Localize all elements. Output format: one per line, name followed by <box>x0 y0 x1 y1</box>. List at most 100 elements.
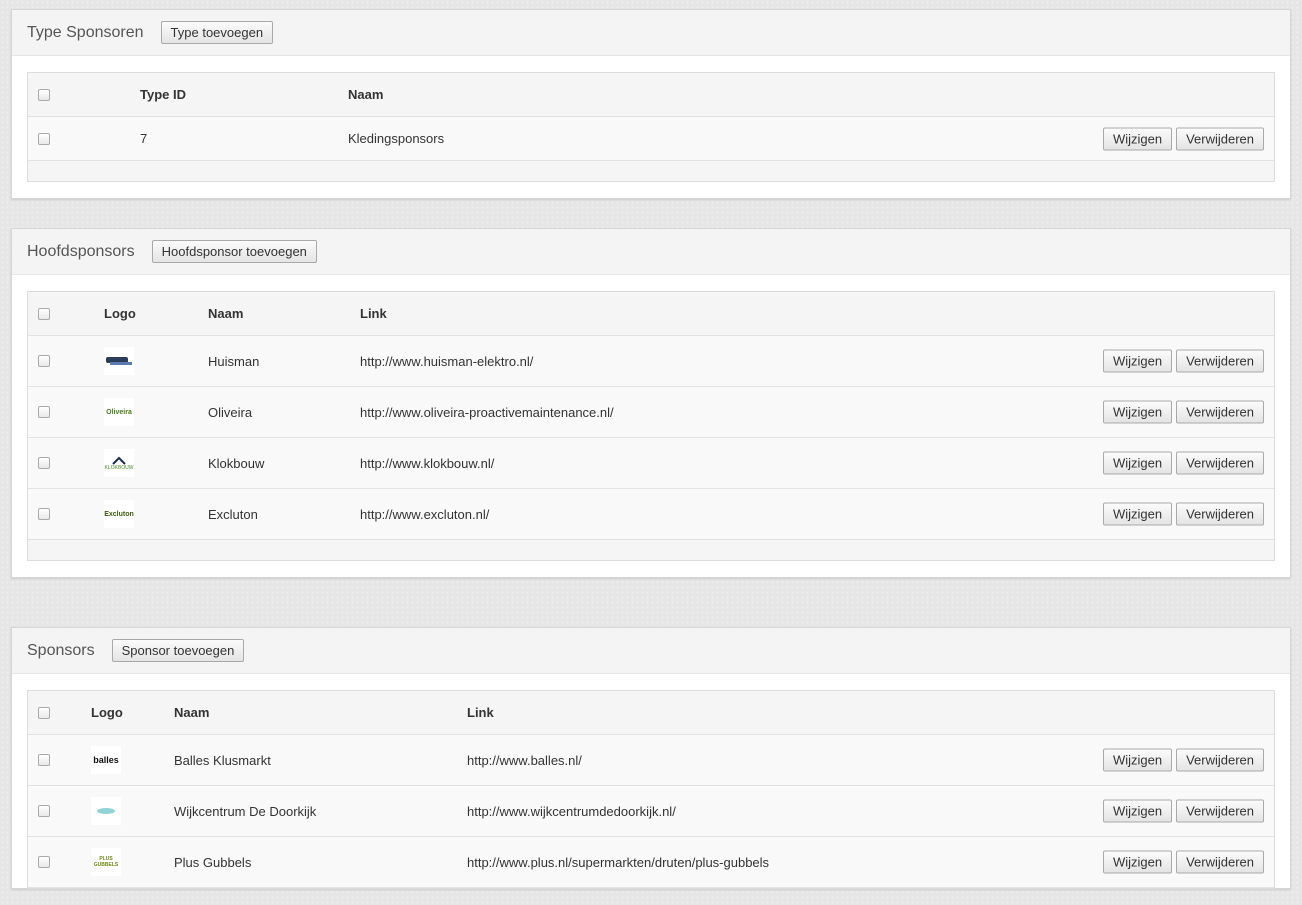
type-table: Type ID Naam 7 Kledingsponsors Wijzigen … <box>27 72 1275 182</box>
column-header-naam: Naam <box>348 87 384 102</box>
row-checkbox[interactable] <box>38 132 50 145</box>
column-header-link: Link <box>467 705 494 720</box>
logo-cell <box>104 336 134 386</box>
logo-cell: PLUS GUBBELS <box>91 837 121 887</box>
edit-button[interactable]: Wijzigen <box>1102 400 1173 424</box>
table-row: Wijkcentrum De Doorkijk http://www.wijkc… <box>28 786 1274 837</box>
naam-cell: Wijkcentrum De Doorkijk <box>174 803 317 819</box>
add-hoofdsponsor-button[interactable]: Hoofdsponsor toevoegen <box>151 240 317 263</box>
row-actions: Wijzigen Verwijderen <box>1102 748 1264 772</box>
logo-cell <box>91 786 121 836</box>
select-all-checkbox[interactable] <box>38 307 50 320</box>
logo-cell: KLOKBOUW <box>104 438 134 488</box>
table-footer <box>28 161 1274 181</box>
select-all-checkbox[interactable] <box>38 88 50 101</box>
row-checkbox[interactable] <box>38 355 50 367</box>
row-checkbox[interactable] <box>38 406 50 418</box>
delete-button[interactable]: Verwijderen <box>1176 799 1264 823</box>
panel-body: Logo Naam Link balles Balles Klusmarkt h… <box>12 674 1290 905</box>
delete-button[interactable]: Verwijderen <box>1176 502 1264 526</box>
panel-header: Hoofdsponsors Hoofdsponsor toevoegen <box>12 229 1290 275</box>
wijkcentrum-logo <box>91 797 121 825</box>
naam-cell: Plus Gubbels <box>174 854 252 870</box>
naam-cell: Huisman <box>208 353 260 369</box>
row-checkbox[interactable] <box>38 805 50 817</box>
edit-button[interactable]: Wijzigen <box>1102 502 1173 526</box>
delete-button[interactable]: Verwijderen <box>1176 850 1264 874</box>
table-row: 7 Kledingsponsors Wijzigen Verwijderen <box>28 117 1274 161</box>
edit-button[interactable]: Wijzigen <box>1102 799 1173 823</box>
naam-cell: Klokbouw <box>208 455 265 471</box>
add-type-button[interactable]: Type toevoegen <box>160 21 274 44</box>
select-all-checkbox[interactable] <box>38 706 50 719</box>
panel-header: Sponsors Sponsor toevoegen <box>12 628 1290 674</box>
row-checkbox[interactable] <box>38 754 50 766</box>
link-cell: http://www.huisman-elektro.nl/ <box>360 353 534 369</box>
logo-cell: Oliveira <box>104 387 134 437</box>
naam-cell: Excluton <box>208 506 258 522</box>
panel-type-sponsoren: Type Sponsoren Type toevoegen Type ID Na… <box>11 9 1291 199</box>
edit-button[interactable]: Wijzigen <box>1102 748 1173 772</box>
column-header-type-id: Type ID <box>140 87 186 102</box>
excluton-logo: Excluton <box>104 500 134 528</box>
table-row: Excluton Excluton http://www.excluton.nl… <box>28 489 1274 540</box>
column-header-logo: Logo <box>104 306 136 321</box>
link-cell: http://www.plus.nl/supermarkten/druten/p… <box>467 854 770 870</box>
delete-button[interactable]: Verwijderen <box>1176 748 1264 772</box>
link-cell: http://www.balles.nl/ <box>467 752 582 768</box>
delete-button[interactable]: Verwijderen <box>1176 400 1264 424</box>
panel-body: Logo Naam Link Huisman http://www.huisma… <box>12 275 1290 577</box>
column-header-naam: Naam <box>174 705 210 720</box>
link-cell: http://www.oliveira-proactivemaintenance… <box>360 404 614 420</box>
table-row: Huisman http://www.huisman-elektro.nl/ W… <box>28 336 1274 387</box>
row-actions: Wijzigen Verwijderen <box>1102 502 1264 526</box>
row-checkbox[interactable] <box>38 457 50 469</box>
delete-button[interactable]: Verwijderen <box>1176 451 1264 475</box>
naam-cell: Balles Klusmarkt <box>174 752 271 768</box>
plus-gubbels-logo: PLUS GUBBELS <box>91 848 121 876</box>
row-actions: Wijzigen Verwijderen <box>1102 400 1264 424</box>
logo-cell: balles <box>91 735 121 785</box>
naam-cell: Oliveira <box>208 404 253 420</box>
table-row: PLUS GUBBELS Plus Gubbels http://www.plu… <box>28 837 1274 888</box>
huisman-logo <box>104 347 134 375</box>
row-checkbox[interactable] <box>38 508 50 520</box>
row-actions: Wijzigen Verwijderen <box>1102 799 1264 823</box>
table-header: Logo Naam Link <box>28 292 1274 336</box>
link-cell: http://www.klokbouw.nl/ <box>360 455 495 471</box>
delete-button[interactable]: Verwijderen <box>1176 127 1264 150</box>
edit-button[interactable]: Wijzigen <box>1102 349 1173 373</box>
table-row: balles Balles Klusmarkt http://www.balle… <box>28 735 1274 786</box>
panel-header: Type Sponsoren Type toevoegen <box>12 10 1290 56</box>
add-sponsor-button[interactable]: Sponsor toevoegen <box>111 639 245 662</box>
panel-hoofdsponsors: Hoofdsponsors Hoofdsponsor toevoegen Log… <box>11 228 1291 578</box>
table-row: KLOKBOUW Klokbouw http://www.klokbouw.nl… <box>28 438 1274 489</box>
panel-title: Type Sponsoren <box>27 23 144 41</box>
panel-title: Sponsors <box>27 641 95 659</box>
row-actions: Wijzigen Verwijderen <box>1102 451 1264 475</box>
row-actions: Wijzigen Verwijderen <box>1102 850 1264 874</box>
delete-button[interactable]: Verwijderen <box>1176 349 1264 373</box>
logo-cell: Excluton <box>104 489 134 539</box>
row-actions: Wijzigen Verwijderen <box>1102 349 1264 373</box>
balles-logo: balles <box>91 746 121 774</box>
klokbouw-logo: KLOKBOUW <box>104 449 134 477</box>
naam-cell: Kledingsponsors <box>348 131 445 146</box>
link-cell: http://www.wijkcentrumdedoorkijk.nl/ <box>467 803 676 819</box>
type-id-cell: 7 <box>140 131 148 146</box>
column-header-naam: Naam <box>208 306 244 321</box>
link-cell: http://www.excluton.nl/ <box>360 506 490 522</box>
sponsors-table: Logo Naam Link balles Balles Klusmarkt h… <box>27 690 1275 889</box>
edit-button[interactable]: Wijzigen <box>1102 451 1173 475</box>
row-actions: Wijzigen Verwijderen <box>1102 127 1264 150</box>
column-header-link: Link <box>360 306 387 321</box>
oliveira-logo: Oliveira <box>104 398 134 426</box>
hoofdsponsors-table: Logo Naam Link Huisman http://www.huisma… <box>27 291 1275 561</box>
edit-button[interactable]: Wijzigen <box>1102 850 1173 874</box>
edit-button[interactable]: Wijzigen <box>1102 127 1173 150</box>
panel-sponsors: Sponsors Sponsor toevoegen Logo Naam Lin… <box>11 627 1291 889</box>
column-header-logo: Logo <box>91 705 123 720</box>
row-checkbox[interactable] <box>38 856 50 868</box>
panel-title: Hoofdsponsors <box>27 242 135 260</box>
panel-body: Type ID Naam 7 Kledingsponsors Wijzigen … <box>12 56 1290 198</box>
